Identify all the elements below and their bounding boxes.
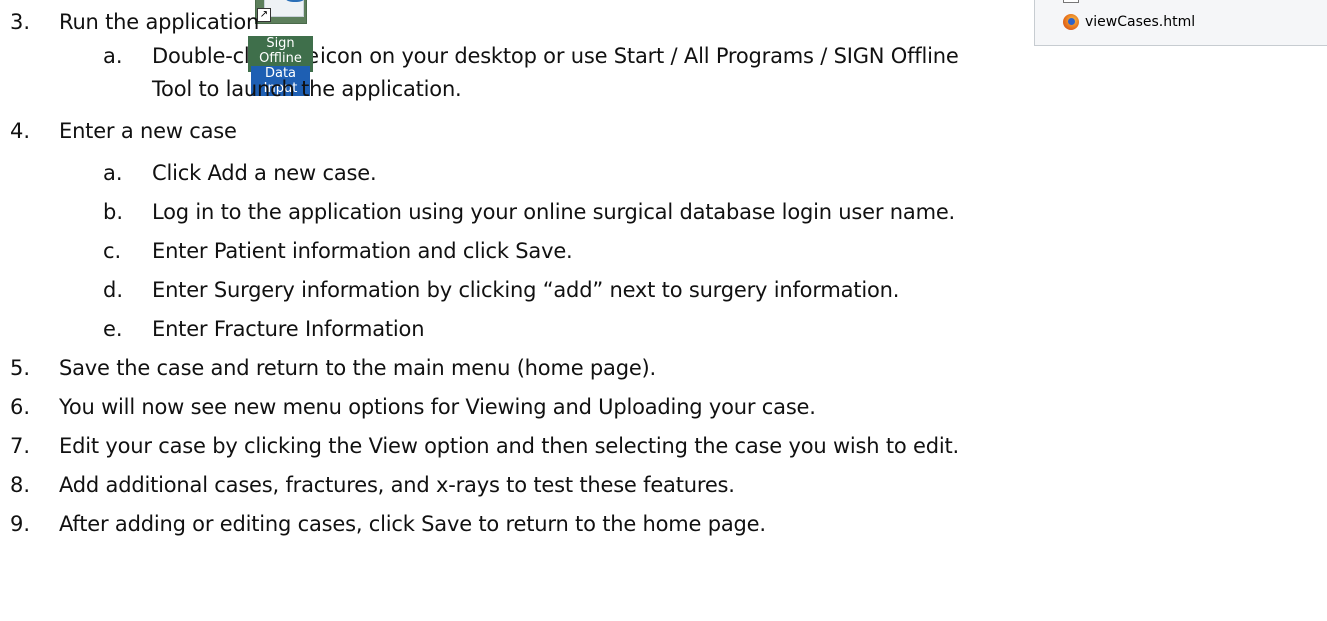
file-icon-partial — [1063, 0, 1079, 3]
substep-letter: b. — [103, 200, 124, 224]
step-text: Save the case and return to the main men… — [59, 356, 657, 380]
file-list-panel: viewCases.html — [1034, 0, 1327, 46]
step-number: 4. — [10, 119, 31, 143]
step-text: Run the application — [59, 10, 260, 34]
firefox-icon — [1063, 14, 1079, 30]
step-text: Edit your case by clicking the View opti… — [59, 434, 960, 458]
step-number: 9. — [10, 512, 31, 536]
substep-text: Enter Surgery information by clicking “a… — [152, 278, 900, 302]
sign-desktop-shortcut-icon: ↗ — [255, 0, 307, 24]
file-name: viewCases.html — [1085, 14, 1196, 30]
substep-letter: a. — [103, 161, 123, 185]
step-number: 5. — [10, 356, 31, 380]
step-number: 6. — [10, 395, 31, 419]
step-text: Add additional cases, fractures, and x-r… — [59, 473, 735, 497]
step-number: 3. — [10, 10, 31, 34]
step-text: After adding or editing cases, click Sav… — [59, 512, 766, 536]
substep-text: Log in to the application using your onl… — [152, 200, 956, 224]
substep-letter: a. — [103, 44, 123, 68]
substep-text-after-icon: icon on your desktop or use Start / All … — [320, 44, 959, 68]
step-number: 7. — [10, 434, 31, 458]
substep-letter: d. — [103, 278, 124, 302]
substep-text: Enter Fracture Information — [152, 317, 425, 341]
step-text: You will now see new menu options for Vi… — [59, 395, 816, 419]
substep-letter: c. — [103, 239, 122, 263]
step-number: 8. — [10, 473, 31, 497]
substep-text-continued: Tool to launch the application. — [152, 77, 462, 101]
substep-text: Click Add a new case. — [152, 161, 377, 185]
sign-offline-data-input-icon: Sign Offline Data Input — [248, 36, 313, 96]
step-text: Enter a new case — [59, 119, 237, 143]
substep-letter: e. — [103, 317, 123, 341]
substep-text: Enter Patient information and click Save… — [152, 239, 573, 263]
file-row-viewcases[interactable]: viewCases.html — [1063, 12, 1195, 32]
